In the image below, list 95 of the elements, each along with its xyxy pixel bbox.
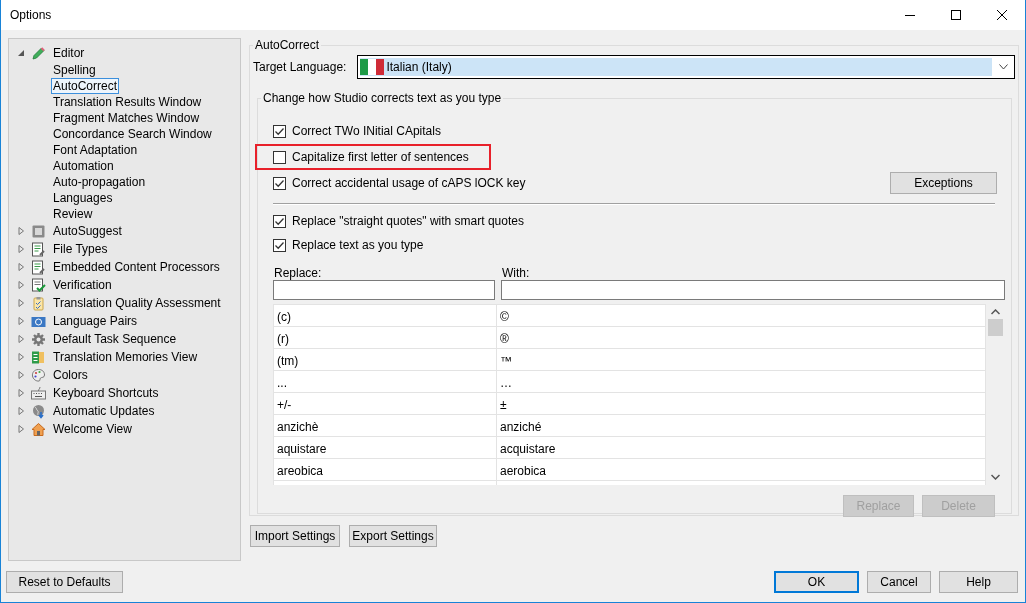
chip-icon xyxy=(31,223,46,239)
import-settings-button[interactable]: Import Settings xyxy=(250,525,340,547)
reset-to-defaults-button[interactable]: Reset to Defaults xyxy=(6,571,123,593)
clipboard-icon xyxy=(31,295,46,311)
tree-item[interactable]: Font Adaptation xyxy=(51,142,140,158)
tree-item[interactable]: Embedded Content Processors xyxy=(51,259,222,275)
window-title: Options xyxy=(10,8,53,22)
table-cell: © xyxy=(497,305,986,327)
with-field[interactable] xyxy=(501,280,1005,300)
table-cell: … xyxy=(497,371,986,393)
checkbox[interactable] xyxy=(273,150,286,164)
document-check-icon xyxy=(31,277,46,293)
table-cell: (tm) xyxy=(273,349,497,371)
maximize-icon xyxy=(951,10,961,20)
tree-item[interactable]: Verification xyxy=(51,277,114,293)
checkbox-label[interactable]: Replace text as you type xyxy=(292,238,424,252)
tree-item[interactable]: Review xyxy=(51,206,95,222)
expand-arrow-icon[interactable] xyxy=(18,371,25,379)
tree-item[interactable]: Translation Results Window xyxy=(51,94,204,110)
document-wrench-icon xyxy=(31,259,46,275)
column-label: With: xyxy=(502,266,531,280)
tree-item[interactable]: Concordance Search Window xyxy=(51,126,214,142)
checkbox[interactable] xyxy=(273,214,286,228)
tree-item[interactable]: Welcome View xyxy=(51,421,134,437)
house-icon xyxy=(31,421,46,437)
tree-item[interactable]: Keyboard Shortcuts xyxy=(51,385,161,401)
globe-icon xyxy=(31,403,46,419)
table-cell: areobica xyxy=(273,459,497,481)
tree-item[interactable]: Auto-propagation xyxy=(51,174,148,190)
checkbox[interactable] xyxy=(273,124,286,138)
column-label: Replace: xyxy=(274,266,323,280)
table-cell: ± xyxy=(497,393,986,415)
table-cell: (r) xyxy=(273,327,497,349)
collapse-arrow-icon[interactable] xyxy=(18,49,25,57)
table-cell: +/- xyxy=(273,393,497,415)
export-settings-button[interactable]: Export Settings xyxy=(349,525,437,547)
tree-item[interactable]: File Types xyxy=(51,241,110,257)
checkbox-label[interactable]: Correct TWo INitial CApitals xyxy=(292,124,441,138)
group-title: Change how Studio corrects text as you type xyxy=(262,91,503,105)
replace-field[interactable] xyxy=(273,280,495,300)
palette-icon xyxy=(31,367,46,383)
table-cell: anziché xyxy=(497,415,986,437)
expand-arrow-icon[interactable] xyxy=(18,335,25,343)
tree-item[interactable]: Automation xyxy=(51,158,116,174)
tree-item[interactable]: Automatic Updates xyxy=(51,403,157,419)
ok-button[interactable]: OK xyxy=(774,571,859,593)
close-icon xyxy=(997,10,1007,20)
checkbox[interactable] xyxy=(273,176,286,190)
tree-item[interactable]: AutoSuggest xyxy=(51,223,124,239)
gear-icon xyxy=(31,331,46,347)
tree-item[interactable]: Default Task Sequence xyxy=(51,331,179,347)
expand-arrow-icon[interactable] xyxy=(18,227,25,235)
table-cell: anzichè xyxy=(273,415,497,437)
expand-arrow-icon[interactable] xyxy=(18,353,25,361)
expand-arrow-icon[interactable] xyxy=(18,425,25,433)
table-cell: ... xyxy=(273,371,497,393)
document-wrench-icon xyxy=(31,241,46,257)
expand-arrow-icon[interactable] xyxy=(18,245,25,253)
table-cell: ™ xyxy=(497,349,986,371)
checkbox-label[interactable]: Replace "straight quotes" with smart quotes xyxy=(292,214,524,228)
tree-item[interactable]: Editor xyxy=(51,45,87,61)
tree-item[interactable]: Spelling xyxy=(51,62,98,78)
tree-item[interactable]: Fragment Matches Window xyxy=(51,110,202,126)
book-icon xyxy=(31,349,46,365)
expand-arrow-icon[interactable] xyxy=(18,389,25,397)
chevron-down-icon xyxy=(999,64,1008,70)
expand-arrow-icon[interactable] xyxy=(18,281,25,289)
table-cell: aerobica xyxy=(497,459,986,481)
expand-arrow-icon[interactable] xyxy=(18,299,25,307)
checkbox-label[interactable]: Capitalize first letter of sentences xyxy=(292,150,469,164)
exceptions-button[interactable]: Exceptions xyxy=(890,172,997,194)
table-cell: (c) xyxy=(273,305,497,327)
keyboard-icon xyxy=(31,385,46,401)
group-title: AutoCorrect xyxy=(254,38,321,52)
tree-item[interactable]: Languages xyxy=(51,190,115,206)
expand-arrow-icon[interactable] xyxy=(18,317,25,325)
flag-icon xyxy=(360,59,385,75)
pencil-icon xyxy=(31,45,46,61)
tree-item[interactable]: Translation Memories View xyxy=(51,349,200,365)
checkbox[interactable] xyxy=(273,238,286,252)
help-button[interactable]: Help xyxy=(939,571,1018,593)
cancel-button[interactable]: Cancel xyxy=(867,571,931,593)
expand-arrow-icon[interactable] xyxy=(18,263,25,271)
field-label: Target Language: xyxy=(253,60,347,74)
table-cell: acquistare xyxy=(497,437,986,459)
checkbox-label[interactable]: Correct accidental usage of cAPS lOCK key xyxy=(292,176,526,190)
tree-item[interactable]: AutoCorrect xyxy=(51,78,120,94)
tree-item[interactable]: Colors xyxy=(51,367,90,383)
expand-arrow-icon[interactable] xyxy=(18,407,25,415)
scroll-thumb[interactable] xyxy=(987,319,1003,336)
table-cell: ® xyxy=(497,327,986,349)
language-dropdown[interactable]: Italian (Italy) xyxy=(357,55,1015,79)
tree-item[interactable]: Language Pairs xyxy=(51,313,140,329)
tree-item[interactable]: Translation Quality Assessment xyxy=(51,295,223,311)
table-cell: aquistare xyxy=(273,437,497,459)
